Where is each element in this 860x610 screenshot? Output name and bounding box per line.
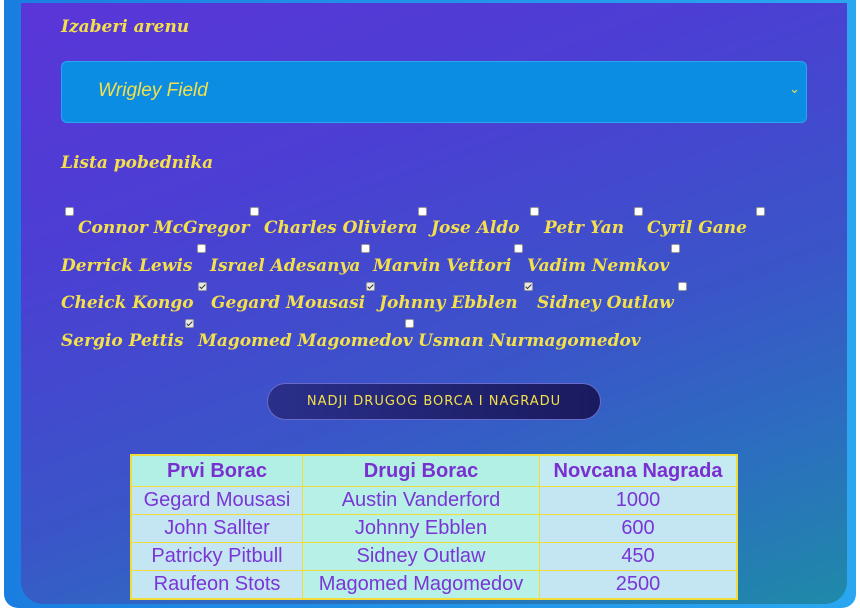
table-cell: Patricky Pitbull [130,542,303,571]
column-header: Prvi Borac [130,454,303,487]
fighter-checkbox[interactable] [634,207,643,216]
table-row: Raufeon Stots Magomed Magomedov 2500 [130,570,738,600]
fighter-name: Gegard Mousasi [211,293,366,313]
fighter-checkbox[interactable] [514,244,523,253]
fighter-checkbox[interactable] [530,207,539,216]
fighter-checkbox[interactable] [405,319,414,328]
table-cell: Gegard Mousasi [130,486,303,515]
column-header: Drugi Borac [302,454,540,487]
fighter-checkbox[interactable] [361,244,370,253]
results-table: Prvi Borac Drugi Borac Novcana Nagrada G… [130,454,738,600]
column-header: Novcana Nagrada [539,454,738,487]
fighter-name: Marvin Vettori [373,256,512,276]
fighter-name: Petr Yan [544,218,625,238]
fighter-name: Derrick Lewis [61,256,193,276]
fighter-checkbox[interactable] [65,207,74,216]
table-cell: Magomed Magomedov [302,570,540,600]
fighter-checkbox[interactable] [671,244,680,253]
fighter-name: Magomed Magomedov [198,331,413,351]
table-cell: Sidney Outlaw [302,542,540,571]
arena-label: Izaberi arenu [61,17,190,37]
fighter-checkbox[interactable] [197,244,206,253]
fighter-name: Israel Adesanya [210,256,361,276]
table-cell: John Sallter [130,514,303,543]
fighter-name: Vadim Nemkov [527,256,670,276]
fighter-name: Usman Nurmagomedov [418,331,641,351]
table-cell: Raufeon Stots [130,570,303,600]
fighter-name: Cheick Kongo [61,293,194,313]
form-card: Izaberi arenu Wrigley Field ⌄ Lista pobe… [21,3,847,604]
fighter-checkbox[interactable] [250,207,259,216]
fighter-checkbox[interactable] [678,282,687,291]
fighter-checkbox[interactable] [366,282,375,291]
find-opponent-button[interactable]: NADJI DRUGOG BORCA I NAGRADU [267,383,601,420]
fighter-checkbox[interactable] [198,282,207,291]
fighter-name: Sidney Outlaw [537,293,674,313]
fighter-name: Sergio Pettis [61,331,184,351]
table-cell: 600 [539,514,738,543]
table-row: Gegard Mousasi Austin Vanderford 1000 [130,486,738,515]
fighter-name: Jose Aldo [431,218,520,238]
chevron-down-icon: ⌄ [789,82,800,97]
arena-selected-value: Wrigley Field [98,80,208,101]
table-header-row: Prvi Borac Drugi Borac Novcana Nagrada [130,454,738,487]
table-cell: 1000 [539,486,738,515]
fighter-checkbox[interactable] [185,319,194,328]
page-frame: Izaberi arenu Wrigley Field ⌄ Lista pobe… [4,0,856,608]
table-cell: Johnny Ebblen [302,514,540,543]
fighter-name: Connor McGregor [78,218,250,238]
table-row: Patricky Pitbull Sidney Outlaw 450 [130,542,738,571]
fighter-name: Cyril Gane [647,218,747,238]
fighter-name: Johnny Ebblen [379,293,518,313]
table-cell: 2500 [539,570,738,600]
fighter-checkbox[interactable] [524,282,533,291]
table-cell: 450 [539,542,738,571]
winners-label: Lista pobednika [61,153,214,173]
fighter-checkbox[interactable] [418,207,427,216]
fighter-name: Charles Oliviera [264,218,418,238]
table-row: John Sallter Johnny Ebblen 600 [130,514,738,543]
table-cell: Austin Vanderford [302,486,540,515]
arena-select[interactable]: Wrigley Field ⌄ [61,61,807,123]
fighter-checkbox[interactable] [756,207,765,216]
